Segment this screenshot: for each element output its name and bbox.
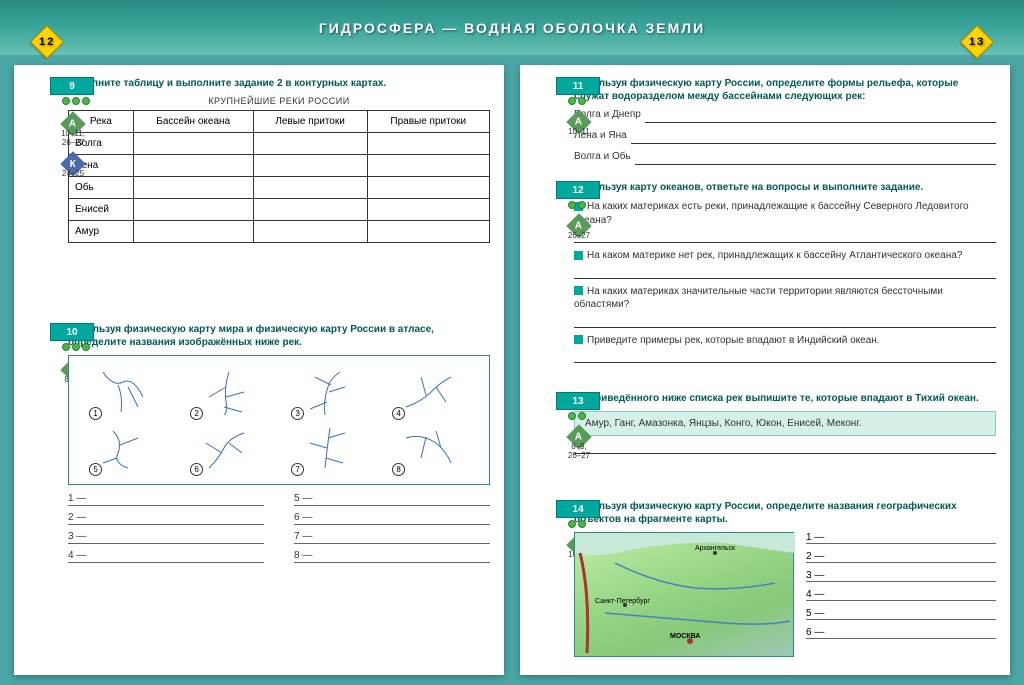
rivers-table: Река Бассейн океана Левые притоки Правые…: [68, 110, 490, 243]
fill-line[interactable]: [574, 440, 996, 454]
kontur-ref: 24–25: [58, 169, 88, 178]
river-outline-5: 5: [83, 420, 172, 476]
river-outline-4: 4: [386, 364, 475, 420]
table-title: КРУПНЕЙШИЕ РЕКИ РОССИИ: [68, 96, 490, 106]
difficulty-dots: [568, 201, 586, 209]
answer-line[interactable]: 8 —: [294, 550, 490, 563]
atlas-ref: 10–11: [564, 127, 594, 136]
task-badge-13: 13: [556, 392, 600, 410]
answer-line[interactable]: 5 —: [294, 493, 490, 506]
cell-river: Обь: [69, 177, 134, 199]
task-badge-11: 11: [556, 77, 600, 95]
task-badge-10: 10: [50, 323, 94, 341]
page-right: 11 А 10–11 Используя физическую карту Ро…: [520, 65, 1010, 675]
river-outline-3: 3: [285, 364, 374, 420]
page-left: 9 А 10–11, 26–27 К 24–25 Заполните табли…: [14, 65, 504, 675]
fill-label: Волга и Обь: [574, 151, 631, 169]
river-outline-7: 7: [285, 420, 374, 476]
th-right-trib: Правые притоки: [367, 111, 489, 133]
task-9: 9 А 10–11, 26–27 К 24–25 Заполните табли…: [54, 77, 490, 307]
bullet-icon: [574, 286, 583, 295]
river-outline-2: 2: [184, 364, 273, 420]
atlas-ref: 8–9, 26–27: [564, 442, 594, 460]
task-badge-14: 14: [556, 500, 600, 518]
cell-river: Енисей: [69, 199, 134, 221]
answer-line[interactable]: 2 —: [68, 512, 264, 525]
bullet-icon: [574, 251, 583, 260]
fill-line[interactable]: [574, 349, 996, 363]
answer-line[interactable]: 1 —: [68, 493, 264, 506]
task-13-text: Из приведённого ниже списка рек выпишите…: [574, 392, 996, 405]
cell-river: Амур: [69, 221, 134, 243]
river-outlines-box: 1 2 3 4: [68, 355, 490, 485]
q3: На каких материках значительные части те…: [574, 285, 996, 312]
city-label: Архангельск: [695, 545, 735, 552]
river-outline-8: 8: [386, 420, 475, 476]
city-label: Санкт-Петербург: [595, 598, 650, 605]
fill-line[interactable]: [645, 109, 996, 123]
page-spread: 9 А 10–11, 26–27 К 24–25 Заполните табли…: [0, 55, 1024, 685]
fill-line[interactable]: [574, 265, 996, 279]
fill-line[interactable]: [574, 314, 996, 328]
header-banner: 12 ГИДРОСФЕРА — ВОДНАЯ ОБОЛОЧКА ЗЕМЛИ 13: [0, 0, 1024, 55]
q4: Приведите примеры рек, которые впадают в…: [574, 334, 996, 348]
answer-line[interactable]: 6 —: [294, 512, 490, 525]
task-badge-12: 12: [556, 181, 600, 199]
river-outline-1: 1: [83, 364, 172, 420]
task-9-text: Заполните таблицу и выполните задание 2 …: [68, 77, 490, 90]
answer-line[interactable]: 7 —: [294, 531, 490, 544]
task-badge-9: 9: [50, 77, 94, 95]
city-label: МОСКВА: [670, 633, 700, 640]
answer-line[interactable]: 3 —: [806, 570, 996, 582]
th-basin: Бассейн океана: [133, 111, 253, 133]
river-list-box: Амур, Ганг, Амазонка, Янцзы, Конго, Юкон…: [574, 411, 996, 436]
fill-line[interactable]: [635, 151, 996, 165]
difficulty-dots: [568, 520, 586, 528]
difficulty-dots: [568, 412, 586, 420]
header-title: ГИДРОСФЕРА — ВОДНАЯ ОБОЛОЧКА ЗЕМЛИ: [319, 20, 705, 36]
difficulty-dots: [62, 343, 90, 351]
fill-line[interactable]: [574, 229, 996, 243]
q1: На каких материках есть реки, принадлежа…: [574, 200, 996, 227]
task-10: 10 А 8–11 Используя физическую карту мир…: [54, 323, 490, 569]
task-11: 11 А 10–11 Используя физическую карту Ро…: [560, 77, 996, 165]
task-10-text: Используя физическую карту мира и физиче…: [68, 323, 490, 349]
th-left-trib: Левые притоки: [253, 111, 367, 133]
difficulty-dots: [568, 97, 586, 105]
task-14: 14 А 10–11 Используя физическую карту Ро…: [560, 500, 996, 657]
answer-line[interactable]: 5 —: [806, 608, 996, 620]
fill-line[interactable]: [631, 130, 996, 144]
answer-lines: 1 — 2 — 3 — 4 — 5 — 6 — 7 — 8 —: [68, 493, 490, 569]
answer-line[interactable]: 2 —: [806, 551, 996, 563]
map-fragment: Архангельск Санкт-Петербург МОСКВА: [574, 532, 794, 657]
atlas-ref: 10–11, 26–27: [58, 129, 88, 147]
task-12: 12 А 26–27 Используя карту океанов, отве…: [560, 181, 996, 376]
answer-line[interactable]: 4 —: [68, 550, 264, 563]
task-13: 13 А 8–9, 26–27 Из приведённого ниже спи…: [560, 392, 996, 484]
task-12-text: Используя карту океанов, ответьте на воп…: [574, 181, 996, 194]
task-14-text: Используя физическую карту России, опред…: [574, 500, 996, 526]
answer-line[interactable]: 6 —: [806, 627, 996, 639]
river-outline-6: 6: [184, 420, 273, 476]
atlas-ref: 26–27: [564, 231, 594, 240]
page-number-left: 12: [30, 25, 64, 59]
bullet-icon: [574, 335, 583, 344]
q2: На каком материке нет рек, принадлежащих…: [574, 249, 996, 263]
answer-line[interactable]: 4 —: [806, 589, 996, 601]
difficulty-dots: [62, 97, 90, 105]
page-number-right: 13: [960, 25, 994, 59]
task-11-text: Используя физическую карту России, опред…: [574, 77, 996, 103]
answer-line[interactable]: 1 —: [806, 532, 996, 544]
answer-line[interactable]: 3 —: [68, 531, 264, 544]
